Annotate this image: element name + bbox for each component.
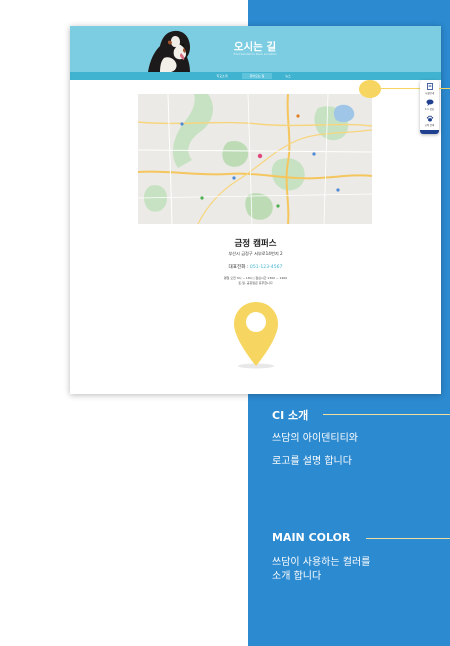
location-map[interactable] <box>138 94 372 224</box>
section-text-ci-line2: 로고를 설명 합니다 <box>272 456 352 467</box>
subnav-item-news[interactable]: 뉴스 <box>280 73 296 79</box>
section-rule-main-color <box>366 538 450 539</box>
page-subtitle: Find Ssodam's Dam Location <box>233 52 277 56</box>
paw-icon[interactable] <box>426 115 434 122</box>
section-text-color-line1: 쓰담이 사용하는 컬러를 <box>272 557 371 568</box>
document-icon[interactable] <box>426 83 434 90</box>
portfolio-page: 오시는 길 Find Ssodam's Dam Location 학교소개 찾아… <box>0 0 450 646</box>
callout-marker <box>359 80 381 98</box>
header-banner: 오시는 길 Find Ssodam's Dam Location <box>70 26 441 72</box>
dog-photo <box>148 30 191 72</box>
section-text-color-line2: 소개 합니다 <box>272 571 322 582</box>
website-mockup: 오시는 길 Find Ssodam's Dam Location 학교소개 찾아… <box>70 26 441 394</box>
phone-label: 대표전화 : <box>228 265 249 270</box>
sub-navigation: 학교소개 찾아오는 길 뉴스 <box>70 72 441 80</box>
campus-title: 금정 캠퍼스 <box>234 239 277 249</box>
phone-number[interactable]: 051-123-4567 <box>250 265 283 270</box>
section-title-ci: CI 소개 <box>272 409 309 422</box>
quick-menu-bar <box>420 130 439 134</box>
section-text-ci-line1: 쓰담의 아이덴티티와 <box>272 433 358 444</box>
campus-hours: 평일 오전 9시 ~ 18시 | 점심시간 1300 ~ 1400 토,일, 공… <box>70 276 441 286</box>
subnav-item-directions[interactable]: 찾아오는 길 <box>242 73 272 79</box>
quick-menu-label-inquiry: 교육 문의 <box>424 124 435 127</box>
subnav-item-about[interactable]: 학교소개 <box>210 73 234 79</box>
hours-note: 토,일, 공휴일은 휴무합니다 <box>238 281 273 285</box>
campus-phone: 대표전화 : 051-123-4567 <box>70 264 441 270</box>
quick-menu-label-consult: 1:1 상담 <box>424 108 434 111</box>
campus-address: 부산시 금정구 서부로14번지 2 <box>228 251 283 256</box>
section-title-main-color: MAIN COLOR <box>272 531 351 544</box>
location-pin-icon <box>234 302 278 369</box>
section-rule-ci <box>323 414 450 415</box>
quick-menu-label-facility: 시설안내 <box>425 92 434 95</box>
callout-line <box>381 88 450 89</box>
chat-icon[interactable] <box>426 99 434 106</box>
quick-menu: 시설안내 1:1 상담 교육 문의 <box>420 80 439 134</box>
